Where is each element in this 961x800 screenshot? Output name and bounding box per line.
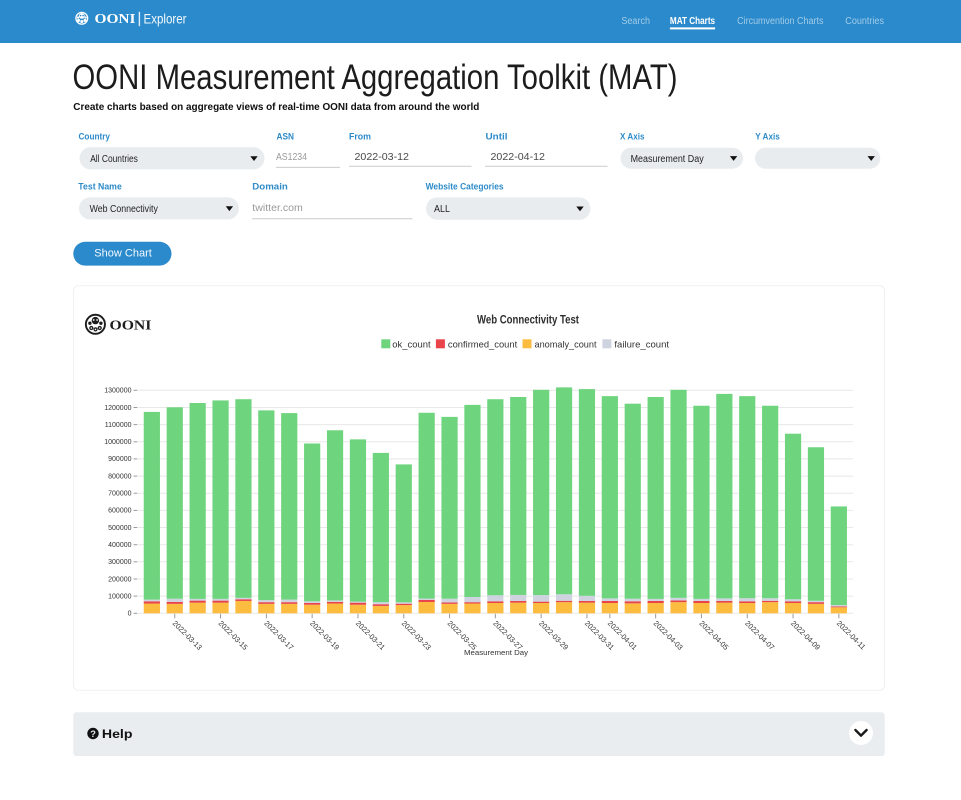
svg-text:400000: 400000 xyxy=(108,542,131,549)
svg-text:Explorer: Explorer xyxy=(144,12,187,27)
svg-text:500000: 500000 xyxy=(108,525,131,532)
svg-text:0: 0 xyxy=(128,611,132,618)
svg-text:600000: 600000 xyxy=(108,508,131,515)
svg-text:Y Axis: Y Axis xyxy=(755,132,780,143)
svg-text:300000: 300000 xyxy=(108,559,131,566)
svg-text:All Countries: All Countries xyxy=(90,154,138,165)
svg-text:100000: 100000 xyxy=(108,593,131,600)
svg-text:Measurement Day: Measurement Day xyxy=(631,154,704,165)
svg-text:Measurement Day: Measurement Day xyxy=(464,648,528,657)
svg-text:1200000: 1200000 xyxy=(104,405,131,412)
svg-text:800000: 800000 xyxy=(108,473,131,480)
svg-text:?: ? xyxy=(90,729,96,739)
svg-text:Create charts based on aggrega: Create charts based on aggregate views o… xyxy=(73,102,479,113)
svg-text:Help: Help xyxy=(102,727,133,741)
svg-text:ALL: ALL xyxy=(434,204,450,215)
svg-text:1000000: 1000000 xyxy=(104,439,131,446)
svg-text:Countries: Countries xyxy=(845,16,884,27)
svg-text:Search: Search xyxy=(621,16,650,27)
svg-text:confirmed_count: confirmed_count xyxy=(448,339,518,349)
svg-text:Domain: Domain xyxy=(252,182,288,193)
svg-text:MAT Charts: MAT Charts xyxy=(670,16,716,27)
svg-text:900000: 900000 xyxy=(108,456,131,463)
svg-text:Until: Until xyxy=(486,132,508,143)
svg-text:700000: 700000 xyxy=(108,491,131,498)
svg-text:AS1234: AS1234 xyxy=(276,152,307,163)
svg-text:Test Name: Test Name xyxy=(78,182,122,193)
svg-text:ASN: ASN xyxy=(277,132,295,143)
svg-text:OONI: OONI xyxy=(110,318,152,333)
svg-text:Web Connectivity Test: Web Connectivity Test xyxy=(477,313,579,326)
svg-text:2022-03-12: 2022-03-12 xyxy=(355,152,410,163)
svg-text:twitter.com: twitter.com xyxy=(252,202,303,214)
svg-text:failure_count: failure_count xyxy=(614,339,669,349)
svg-text:anomaly_count: anomaly_count xyxy=(535,339,597,349)
svg-text:OONI: OONI xyxy=(95,11,136,26)
svg-text:Circumvention Charts: Circumvention Charts xyxy=(737,16,823,27)
svg-text:2022-04-12: 2022-04-12 xyxy=(491,152,546,163)
svg-text:1300000: 1300000 xyxy=(104,388,131,395)
svg-text:1100000: 1100000 xyxy=(105,422,132,429)
svg-text:X Axis: X Axis xyxy=(620,132,645,143)
svg-text:Web Connectivity: Web Connectivity xyxy=(90,204,158,215)
svg-text:Country: Country xyxy=(79,132,111,143)
svg-text:ok_count: ok_count xyxy=(392,339,431,349)
svg-text:200000: 200000 xyxy=(108,576,131,583)
svg-text:Show Chart: Show Chart xyxy=(94,248,152,260)
svg-text:Website Categories: Website Categories xyxy=(426,182,504,193)
svg-text:From: From xyxy=(349,132,371,143)
svg-text:OONI Measurement Aggregation T: OONI Measurement Aggregation Toolkit (MA… xyxy=(73,58,678,97)
